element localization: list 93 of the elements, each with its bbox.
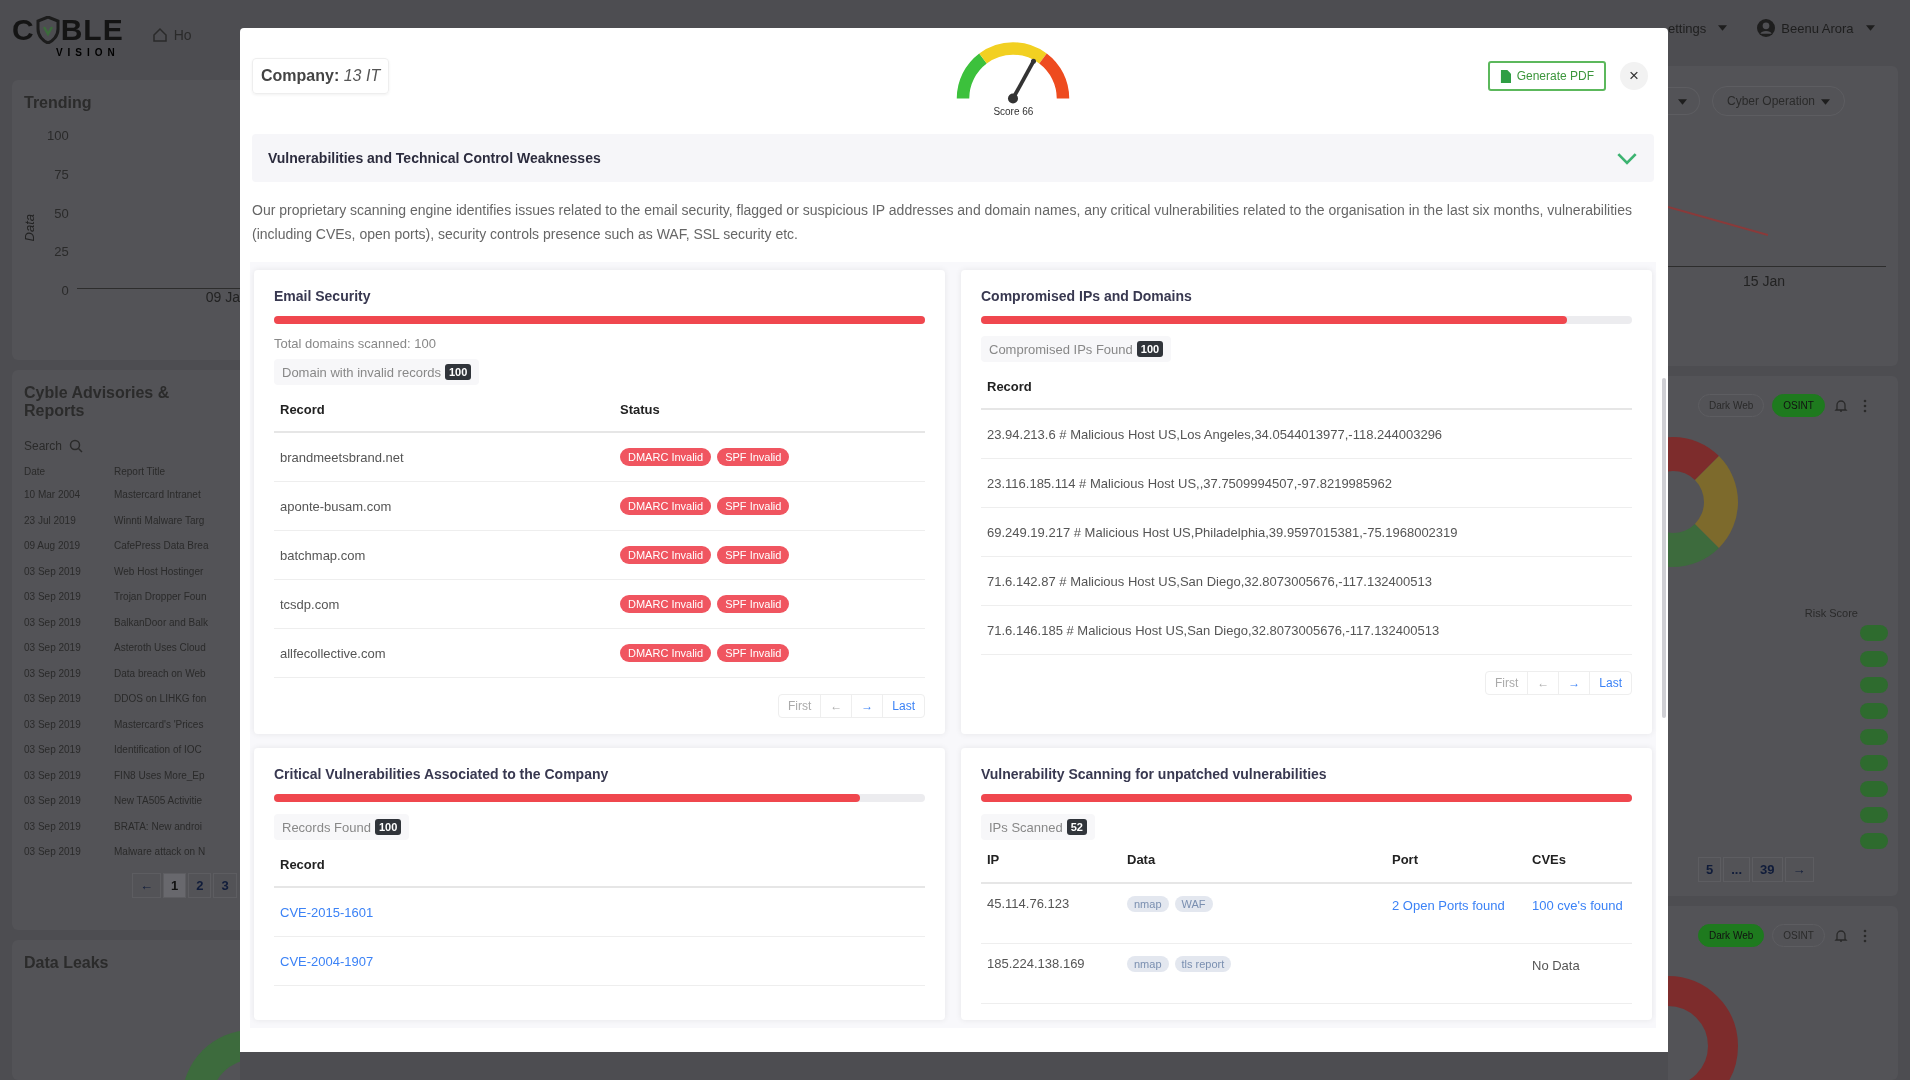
logo: C BLE VISION [12, 12, 124, 58]
count-badge: 100 [374, 819, 402, 835]
risk-score-pill [1860, 677, 1888, 693]
card-title: Critical Vulnerabilities Associated to the Company [274, 766, 610, 782]
pagination-button[interactable]: Last [1589, 672, 1631, 694]
section-header[interactable]: Vulnerabilities and Technical Control Weaknesses [252, 134, 1654, 182]
risk-score-pill [1860, 807, 1888, 823]
table-cell: No Data [1532, 958, 1580, 973]
table-cell-text: allfecollective.com [280, 645, 387, 661]
status-badge: SPF Invalid [717, 497, 790, 515]
status-badge: SPF Invalid [717, 644, 790, 662]
column-header: Record [987, 378, 1033, 394]
count-badge: 100 [444, 364, 472, 380]
page-button[interactable]: 1 [163, 872, 187, 898]
summary-text: Total domains scanned: 100 [274, 336, 437, 351]
shield-icon [35, 15, 60, 44]
home-icon [151, 27, 168, 43]
risk-score-pill [1860, 781, 1888, 797]
column-header: Data [1127, 852, 1157, 867]
file-icon [1499, 69, 1511, 83]
status-badge: SPF Invalid [717, 448, 790, 466]
card-title: Vulnerability Scanning for unpatched vulnerabilities [981, 766, 1328, 782]
score-caption: Score 66 [993, 105, 1034, 117]
table-cell-text: tcsdp.com [280, 596, 341, 612]
caret-icon [1718, 25, 1728, 31]
count-chip: Domain with invalid records 100 [274, 359, 480, 385]
page-button[interactable]: 39 [1752, 857, 1783, 882]
risk-score-pill [1860, 625, 1888, 641]
risk-score-pill [1860, 729, 1888, 745]
close-button[interactable]: × [1620, 62, 1648, 90]
source-toggle[interactable]: Dark Web [1698, 924, 1765, 947]
card-title: Email Security [274, 288, 372, 304]
pagination-button[interactable]: → [1558, 672, 1590, 694]
risk-score-pill [1860, 833, 1888, 849]
caret-icon [1865, 25, 1875, 31]
page-button[interactable]: → [1784, 857, 1814, 882]
column-header: Record [280, 856, 326, 872]
table-cell: 71.6.142.87 # Malicious Host US,San Diego,32.8073005676,-117.132400513 [987, 573, 1432, 589]
page-button[interactable]: 2 [188, 872, 212, 898]
page-button[interactable]: ← [132, 872, 161, 898]
table-cell: 23.116.185.114 # Malicious Host US,,37.7509994507,-97.8219985962 [987, 475, 1392, 491]
table-cell-text: aponte-busam.com [280, 498, 393, 514]
column-header: Record [280, 401, 326, 417]
status-badge: SPF Invalid [717, 546, 790, 564]
count-badge: 100 [1136, 341, 1164, 357]
table-cell-text: brandmeetsbrand.net [280, 449, 405, 465]
risk-score-pill [1860, 703, 1888, 719]
table-cell: 69.249.19.217 # Malicious Host US,Philadelphia,39.9597015381,-75.1968002319 [987, 524, 1458, 540]
page-button[interactable]: 3 [213, 872, 237, 898]
cve-link[interactable]: CVE-2004-1907 [280, 953, 374, 969]
card-title: Compromised IPs and Domains [981, 288, 1193, 304]
source-toggle[interactable]: OSINT [1772, 394, 1825, 417]
risk-score-pill [1860, 755, 1888, 771]
status-badge: SPF Invalid [717, 595, 790, 613]
status-badge: DMARC Invalid [620, 595, 712, 613]
table-cell: 71.6.146.185 # Malicious Host US,San Diego,32.8073005676,-117.132400513 [987, 622, 1440, 638]
generate-pdf-button[interactable]: Generate PDF [1487, 61, 1606, 91]
status-badge: DMARC Invalid [620, 497, 712, 515]
company-label: Company: 13 IT [252, 58, 390, 94]
page-button[interactable]: 5 [1698, 857, 1722, 882]
pagination-button[interactable]: Last [882, 695, 924, 717]
open-ports-link[interactable]: 2 Open Ports found [1392, 898, 1505, 913]
data-tag[interactable]: tls report [1174, 956, 1232, 972]
count-chip: Compromised IPs Found 100 [981, 336, 1172, 362]
table-cell-text: 45.114.76.123 [987, 896, 1071, 911]
data-tag[interactable]: nmap [1127, 896, 1169, 912]
cves-link[interactable]: 100 cve's found [1532, 898, 1623, 913]
column-header: Status [620, 401, 660, 417]
bell-icon[interactable] [1832, 927, 1849, 944]
caret-icon [1821, 99, 1831, 105]
table-cell: 23.94.213.6 # Malicious Host US,Los Angeles,34.0544013977,-118.244003296 [987, 426, 1443, 442]
status-badge: DMARC Invalid [620, 644, 712, 662]
user-icon [1757, 19, 1776, 37]
caret-icon [1678, 99, 1687, 105]
bell-icon[interactable] [1832, 397, 1849, 414]
table-cell-text: batchmap.com [280, 547, 367, 563]
column-header: CVEs [1532, 852, 1567, 867]
table-cell-text: 185.224.138.169 [987, 956, 1086, 971]
search-icon [68, 438, 85, 454]
status-badge: DMARC Invalid [620, 546, 712, 564]
column-header: Port [1392, 852, 1419, 867]
count-badge: 52 [1066, 819, 1087, 835]
count-chip: IPs Scanned 52 [981, 814, 1095, 840]
risk-score-pill [1860, 651, 1888, 667]
pagination-button[interactable]: → [851, 695, 883, 717]
section-description: Our proprietary scanning engine identifies issues related to the email security, flagged or suspicious IP addresses and domain names, any critical vulnerabilities related to the organisation in the last six months, vulnerabilities (including CVEs, open ports), security controls presence such as WAF, SSL security etc. [252, 201, 1633, 244]
status-badge: DMARC Invalid [620, 448, 712, 466]
column-header: IP [987, 852, 1001, 867]
page-button[interactable]: ... [1723, 857, 1751, 882]
count-chip: Records Found 100 [274, 814, 410, 840]
cve-link[interactable]: CVE-2015-1601 [280, 904, 374, 920]
data-tag[interactable]: WAF [1174, 896, 1213, 912]
data-tag[interactable]: nmap [1127, 956, 1169, 972]
